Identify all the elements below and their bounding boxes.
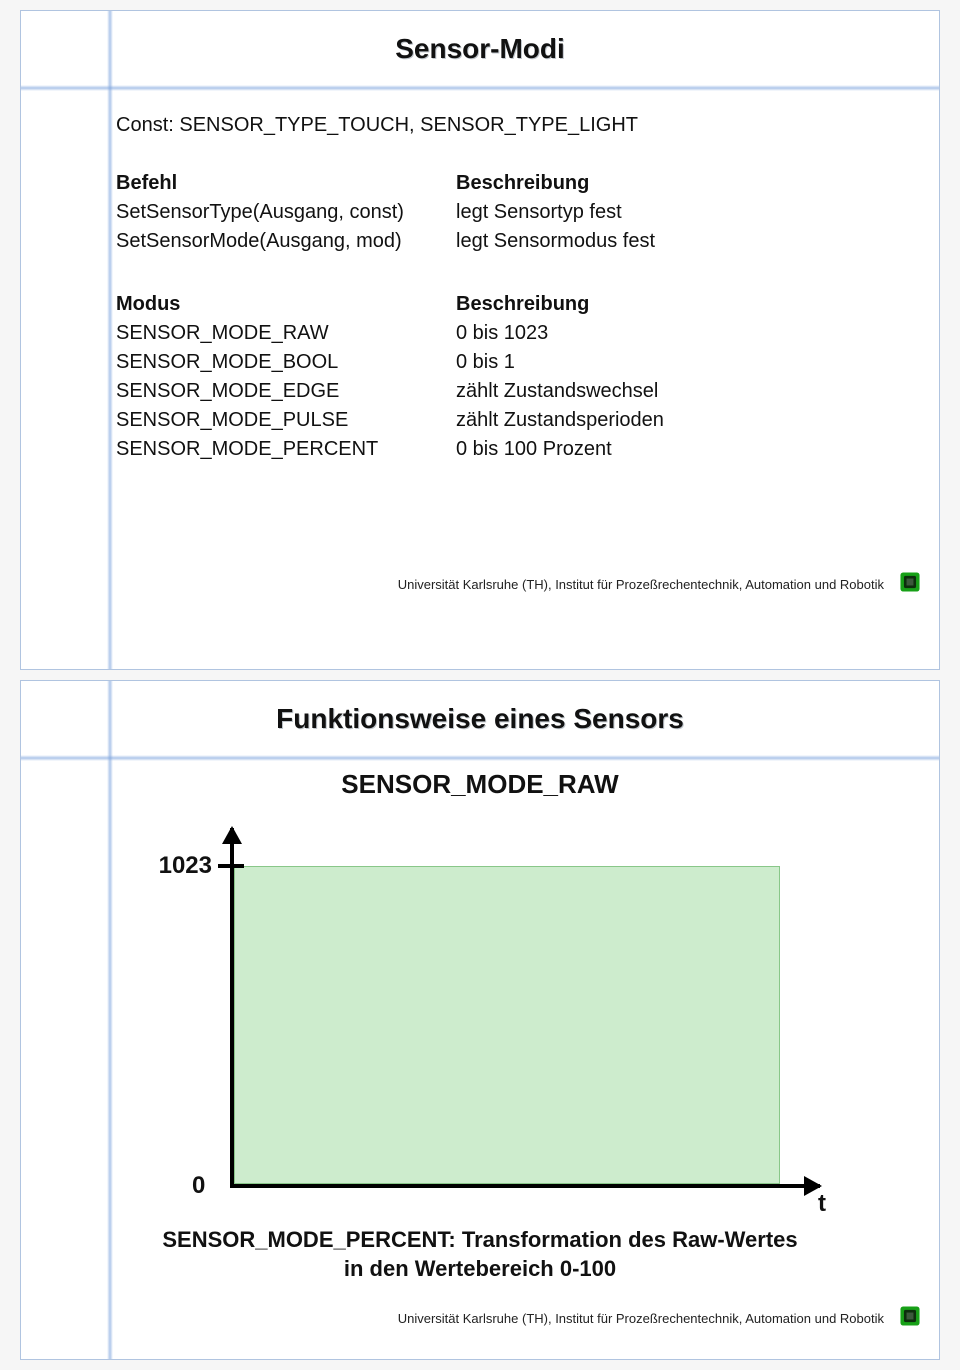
y-tick-label: 0 [192,1172,205,1200]
modes-table: Modus Beschreibung SENSOR_MODE_RAW0 bis … [116,290,664,464]
y-axis [230,828,234,1188]
commands-table: Befehl Beschreibung SetSensorType(Ausgan… [116,169,655,256]
x-axis [230,1184,820,1188]
table-row: SENSOR_MODE_BOOL0 bis 1 [116,348,664,377]
chart-annotation: SENSOR_MODE_PERCENT: Transformation des … [160,1226,800,1283]
slide-footer: Universität Karlsruhe (TH), Institut für… [21,1303,939,1338]
institute-logo-icon [897,1303,923,1332]
const-line: Const: SENSOR_TYPE_TOUCH, SENSOR_TYPE_LI… [116,114,844,137]
table-head: Befehl [116,169,456,198]
chart: 1023 0 t [140,828,820,1208]
x-axis-label: t [818,1190,826,1218]
slide-footer: Universität Karlsruhe (TH), Institut für… [21,569,939,604]
chart-area [234,866,780,1184]
institute-logo-icon [897,569,923,598]
table-row: SetSensorMode(Ausgang, mod) legt Sensorm… [116,227,655,256]
slide-title: Funktionsweise eines Sensors [21,681,939,759]
slide-content: SENSOR_MODE_RAW 1023 0 t SENSOR_MODE_PER… [21,759,939,1303]
table-row: SENSOR_MODE_RAW0 bis 1023 [116,319,664,348]
chart-title: SENSOR_MODE_RAW [81,769,879,800]
table-row: SENSOR_MODE_EDGEzählt Zustandswechsel [116,377,664,406]
y-tick [218,864,244,868]
y-tick-label: 1023 [140,852,212,880]
footer-text: Universität Karlsruhe (TH), Institut für… [398,1311,884,1326]
footer-text: Universität Karlsruhe (TH), Institut für… [398,577,884,592]
table-row: SetSensorType(Ausgang, const) legt Senso… [116,198,655,227]
table-row: SENSOR_MODE_PULSEzählt Zustandsperioden [116,406,664,435]
slide-sensor-modi: Sensor-Modi Const: SENSOR_TYPE_TOUCH, SE… [20,10,940,670]
table-head: Modus [116,290,456,319]
table-row: SENSOR_MODE_PERCENT0 bis 100 Prozent [116,435,664,464]
table-head: Beschreibung [456,169,655,198]
table-head: Beschreibung [456,290,664,319]
slide-title: Sensor-Modi [21,11,939,89]
slide-funktionsweise: Funktionsweise eines Sensors SENSOR_MODE… [20,680,940,1360]
slide-content: Const: SENSOR_TYPE_TOUCH, SENSOR_TYPE_LI… [21,89,939,569]
